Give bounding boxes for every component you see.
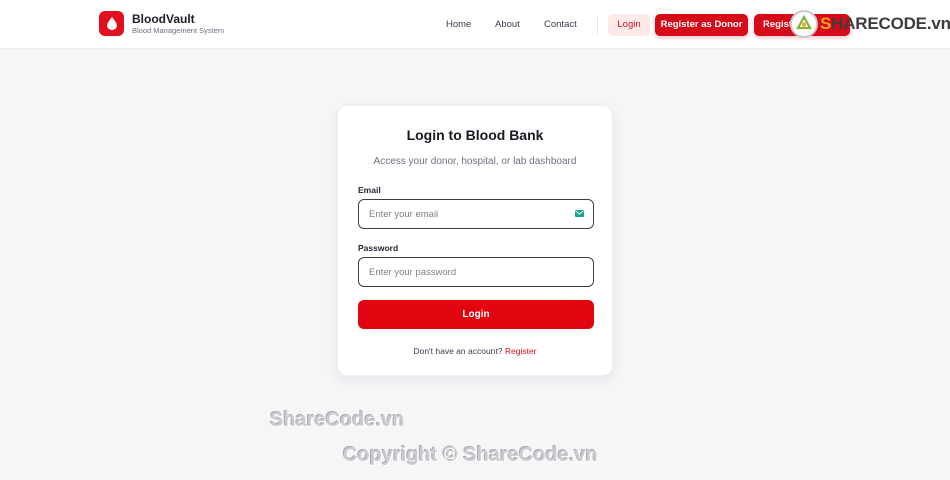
register-prompt: Don't have an account? Register (338, 346, 612, 356)
sharecode-logo-icon (790, 10, 818, 38)
sharecode-watermark-text: ShareCode.vn (270, 409, 405, 431)
login-submit-button[interactable]: Login (358, 300, 594, 329)
brand-subtitle: Blood Management System (132, 25, 225, 35)
register-donor-button[interactable]: Register as Donor (655, 14, 748, 36)
login-card: Login to Blood Bank Access your donor, h… (337, 105, 613, 376)
brand[interactable]: BloodVault Blood Management System (99, 11, 224, 36)
nav-about-link[interactable]: About (495, 19, 520, 31)
top-navbar: BloodVault Blood Management System Home … (0, 0, 950, 49)
sharecode-logo-text: SHARECODE.vn (820, 14, 950, 33)
nav-divider (597, 16, 598, 34)
blood-drop-icon (99, 11, 124, 36)
nav-home-link[interactable]: Home (446, 19, 471, 31)
nav-login-button[interactable]: Login (608, 14, 650, 36)
email-field[interactable] (358, 199, 594, 229)
password-label: Password (358, 243, 399, 253)
email-label: Email (358, 185, 381, 195)
email-autofill-icon[interactable] (575, 210, 584, 217)
login-subtitle: Access your donor, hospital, or lab dash… (373, 156, 577, 167)
register-link[interactable]: Register (505, 346, 537, 356)
sharecode-watermark-logo: SHARECODE.vn (790, 10, 950, 38)
login-title: Login to Blood Bank (406, 127, 544, 143)
copyright-watermark-text: Copyright © ShareCode.vn (343, 444, 598, 466)
password-field[interactable] (358, 257, 594, 287)
brand-name: BloodVault (132, 11, 195, 26)
register-prompt-text: Don't have an account? (413, 346, 503, 356)
nav-contact-link[interactable]: Contact (544, 19, 577, 31)
